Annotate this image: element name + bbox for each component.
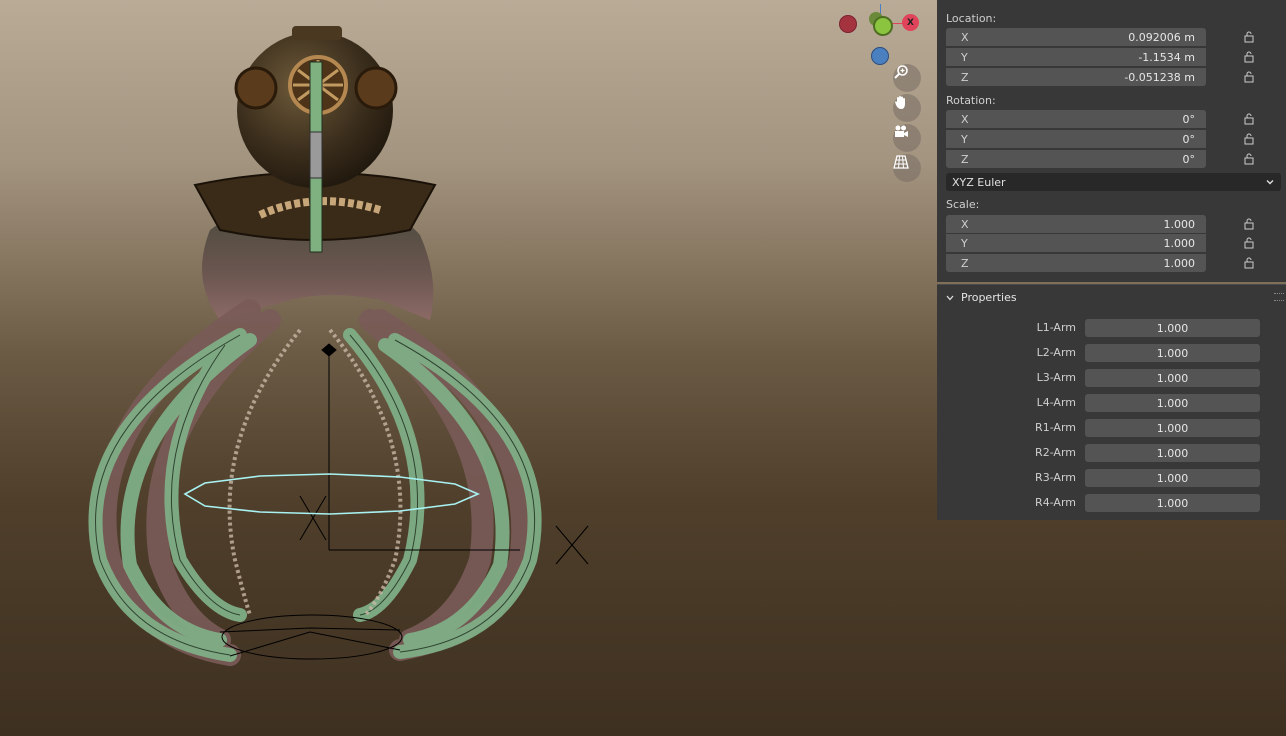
property-value-field[interactable]: 1.000 bbox=[1085, 419, 1260, 437]
gizmo-x-label: X bbox=[907, 17, 914, 28]
field-value: -0.051238 m bbox=[1124, 70, 1195, 84]
location-z-field[interactable]: Z -0.051238 m bbox=[946, 68, 1206, 86]
property-row: L1-Arm 1.000 bbox=[937, 319, 1286, 337]
field-value: 0° bbox=[1182, 112, 1196, 126]
lock-scale-y-icon[interactable] bbox=[1242, 236, 1256, 250]
lock-location-y-icon[interactable] bbox=[1242, 50, 1256, 64]
lock-scale-z-icon[interactable] bbox=[1242, 256, 1256, 270]
axis-label: Z bbox=[961, 256, 969, 270]
property-label: L1-Arm bbox=[1036, 321, 1076, 334]
property-value-field[interactable]: 1.000 bbox=[1085, 444, 1260, 462]
lock-scale-x-icon[interactable] bbox=[1242, 217, 1256, 231]
property-row: R4-Arm 1.000 bbox=[937, 494, 1286, 512]
property-row: R1-Arm 1.000 bbox=[937, 419, 1286, 437]
property-value-field[interactable]: 1.000 bbox=[1085, 369, 1260, 387]
axis-label: X bbox=[961, 30, 969, 44]
property-label: L4-Arm bbox=[1036, 396, 1076, 409]
zoom-button[interactable] bbox=[893, 64, 921, 92]
axis-label: Y bbox=[961, 132, 968, 146]
field-value: 0° bbox=[1182, 152, 1196, 166]
hand-pan-icon bbox=[895, 96, 905, 109]
location-label: Location: bbox=[946, 12, 997, 25]
property-row: R2-Arm 1.000 bbox=[937, 444, 1286, 462]
location-x-field[interactable]: X 0.092006 m bbox=[946, 28, 1206, 46]
camera-view-button[interactable] bbox=[893, 124, 921, 152]
gizmo-x-axis[interactable]: X bbox=[902, 14, 919, 31]
property-row: L4-Arm 1.000 bbox=[937, 394, 1286, 412]
scale-x-field[interactable]: X 1.000 bbox=[946, 215, 1206, 233]
ortho-grid-icon bbox=[893, 155, 909, 169]
camera-icon bbox=[895, 125, 908, 137]
rotation-z-field[interactable]: Z 0° bbox=[946, 150, 1206, 168]
scale-z-field[interactable]: Z 1.000 bbox=[946, 254, 1206, 272]
custom-properties-panel: Properties L1-Arm 1.000 L2-Arm 1.000 L3-Ar… bbox=[937, 284, 1286, 520]
lock-location-z-icon[interactable] bbox=[1242, 70, 1256, 84]
ortho-toggle-button[interactable] bbox=[893, 154, 921, 182]
lock-rotation-x-icon[interactable] bbox=[1242, 112, 1256, 126]
property-label: L3-Arm bbox=[1036, 371, 1076, 384]
gizmo-neg-z-axis[interactable] bbox=[871, 47, 889, 65]
property-value-field[interactable]: 1.000 bbox=[1085, 494, 1260, 512]
property-value-field[interactable]: 1.000 bbox=[1085, 394, 1260, 412]
field-value: 1.000 bbox=[1163, 256, 1196, 270]
gizmo-neg-x-axis[interactable] bbox=[839, 15, 857, 33]
gizmo-y-axis[interactable] bbox=[873, 16, 893, 36]
rotation-label: Rotation: bbox=[946, 94, 996, 107]
rotation-mode-dropdown[interactable]: XYZ Euler bbox=[946, 173, 1281, 191]
field-value: 1.000 bbox=[1163, 217, 1196, 231]
pan-button[interactable] bbox=[893, 94, 921, 122]
scale-label: Scale: bbox=[946, 198, 980, 211]
octopus-rig-scene bbox=[88, 26, 589, 666]
axis-label: Y bbox=[961, 50, 968, 64]
property-label: L2-Arm bbox=[1036, 346, 1076, 359]
property-label: R1-Arm bbox=[1035, 421, 1076, 434]
property-row: R3-Arm 1.000 bbox=[937, 469, 1286, 487]
field-value: 0.092006 m bbox=[1128, 30, 1195, 44]
chevron-down-icon bbox=[1266, 180, 1274, 185]
property-label: R4-Arm bbox=[1035, 496, 1076, 509]
location-y-field[interactable]: Y -1.1534 m bbox=[946, 48, 1206, 66]
properties-title: Properties bbox=[961, 291, 1017, 304]
zoom-icon bbox=[894, 65, 908, 79]
axis-label: X bbox=[961, 112, 969, 126]
rotation-y-field[interactable]: Y 0° bbox=[946, 130, 1206, 148]
scale-y-field[interactable]: Y 1.000 bbox=[946, 234, 1206, 252]
field-value: -1.1534 m bbox=[1138, 50, 1195, 64]
drag-grip-icon[interactable] bbox=[1274, 293, 1284, 301]
property-row: L2-Arm 1.000 bbox=[937, 344, 1286, 362]
chevron-down-icon bbox=[946, 295, 954, 300]
lock-rotation-y-icon[interactable] bbox=[1242, 132, 1256, 146]
transform-panel: Location: X 0.092006 m Y -1.1534 m Z -0.051… bbox=[937, 0, 1286, 282]
field-value: 1.000 bbox=[1163, 236, 1196, 250]
property-row: L3-Arm 1.000 bbox=[937, 369, 1286, 387]
rotation-x-field[interactable]: X 0° bbox=[946, 110, 1206, 128]
axis-label: Z bbox=[961, 70, 969, 84]
axis-label: Z bbox=[961, 152, 969, 166]
lock-location-x-icon[interactable] bbox=[1242, 30, 1256, 44]
property-label: R3-Arm bbox=[1035, 471, 1076, 484]
property-value-field[interactable]: 1.000 bbox=[1085, 319, 1260, 337]
lock-rotation-z-icon[interactable] bbox=[1242, 152, 1256, 166]
property-value-field[interactable]: 1.000 bbox=[1085, 344, 1260, 362]
properties-header[interactable]: Properties bbox=[945, 291, 1017, 304]
axis-label: X bbox=[961, 217, 969, 231]
property-label: R2-Arm bbox=[1035, 446, 1076, 459]
property-value-field[interactable]: 1.000 bbox=[1085, 469, 1260, 487]
axis-label: Y bbox=[961, 236, 968, 250]
field-value: 0° bbox=[1182, 132, 1196, 146]
rotation-mode-value: XYZ Euler bbox=[952, 175, 1006, 189]
